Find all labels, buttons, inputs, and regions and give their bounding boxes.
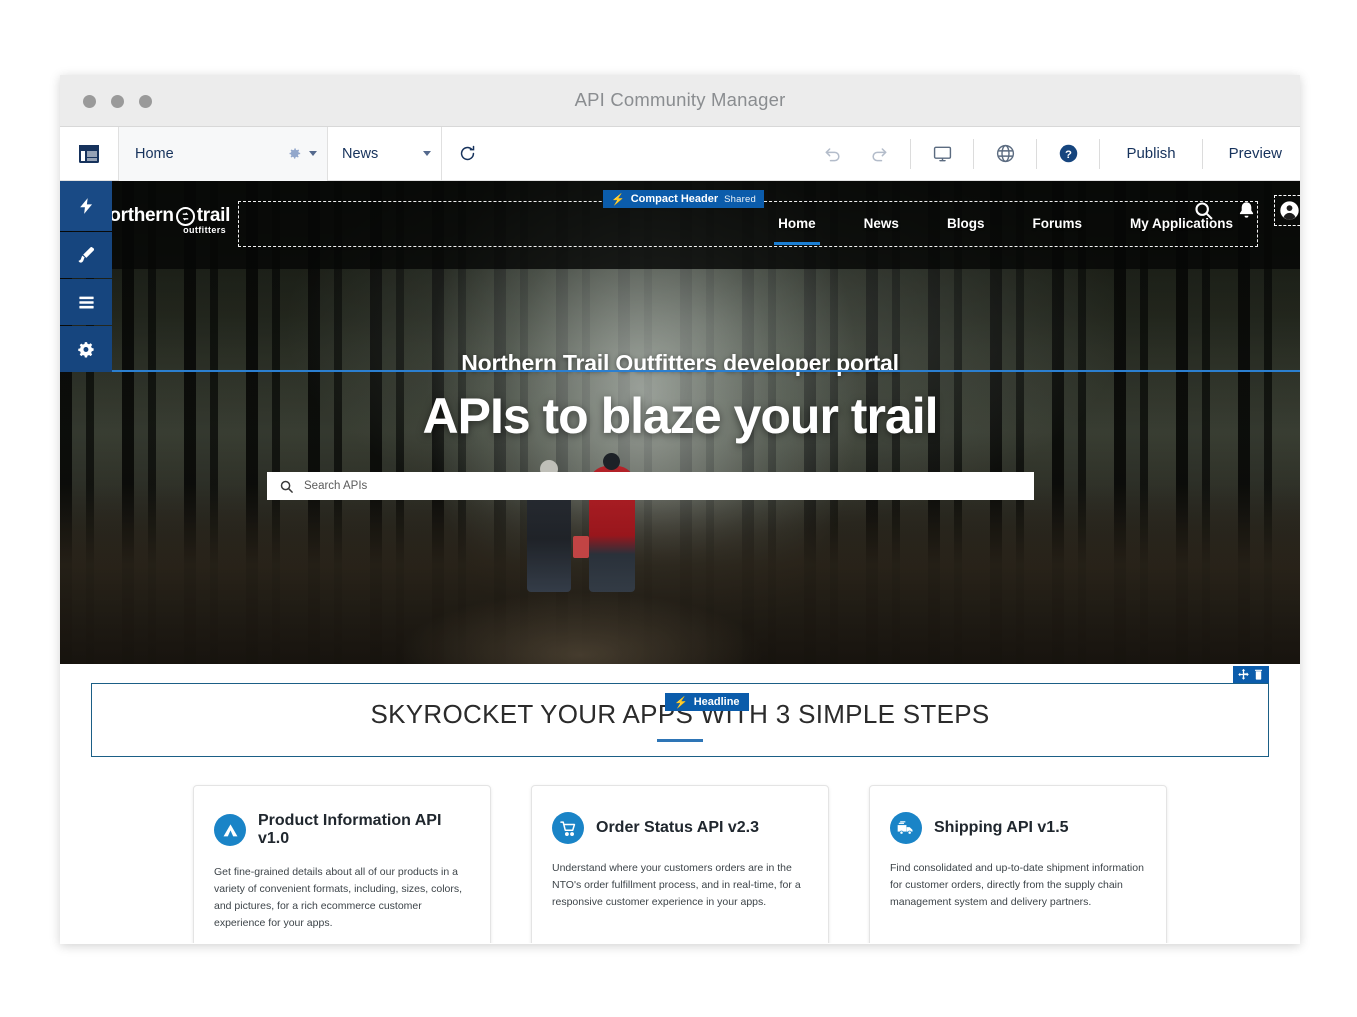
globe-icon[interactable] xyxy=(982,127,1028,181)
shopping-cart-icon xyxy=(552,812,584,844)
window-title: API Community Manager xyxy=(574,89,786,110)
brush-icon xyxy=(78,247,95,263)
toolbar-divider xyxy=(1099,138,1101,169)
rail-item-settings[interactable] xyxy=(60,326,112,372)
page-selector[interactable]: Home xyxy=(118,126,327,181)
site-nav-item-news[interactable]: News xyxy=(840,202,923,246)
site-nav-item-blogs[interactable]: Blogs xyxy=(923,202,1009,246)
chevron-down-icon[interactable] xyxy=(423,151,431,156)
compact-header-component-badge[interactable]: ⚡ Compact Header Shared xyxy=(603,190,764,208)
content-section: ⚡ Headline SKYROCKET YOUR APPS WITH 3 SI… xyxy=(60,666,1300,943)
api-card[interactable]: Shipping API v1.5 Find consolidated and … xyxy=(869,785,1167,943)
headline-underline xyxy=(657,738,703,742)
api-card-description: Find consolidated and up-to-date shipmen… xyxy=(890,862,1144,908)
component-badge-label: Compact Header xyxy=(630,193,719,205)
header-selection-rule xyxy=(60,370,1300,372)
desktop-icon[interactable] xyxy=(919,127,965,181)
refresh-icon[interactable] xyxy=(442,127,492,181)
lightning-icon: ⚡ xyxy=(611,193,625,206)
api-card[interactable]: Order Status API v2.3 Understand where y… xyxy=(531,785,829,943)
page-selector-label: Home xyxy=(135,145,174,162)
search-input-placeholder: Search APIs xyxy=(304,480,368,492)
move-icon[interactable] xyxy=(1237,668,1250,681)
site-nav-icons xyxy=(1193,195,1300,226)
variation-selector-label: News xyxy=(342,145,379,162)
search-icon xyxy=(280,480,293,493)
panel-layout-icon[interactable] xyxy=(60,127,118,181)
builder-toolbar: Home News ? Publish Preview xyxy=(60,126,1300,181)
hero-section: northern trail outfitters Home News Blog… xyxy=(60,181,1300,664)
api-card-header: Product Information API v1.0 xyxy=(214,812,470,848)
api-card-title: Shipping API v1.5 xyxy=(934,819,1069,836)
hero-title: APIs to blaze your trail xyxy=(422,388,938,444)
site-nav-item-forums[interactable]: Forums xyxy=(1008,202,1106,246)
site-nav-items: Home News Blogs Forums My Applications xyxy=(754,202,1257,246)
logo-ring-mark xyxy=(175,206,195,226)
api-card[interactable]: Product Information API v1.0 Get fine-gr… xyxy=(193,785,491,943)
search-input[interactable]: Search APIs xyxy=(267,472,1034,500)
chevron-down-icon[interactable] xyxy=(309,151,317,156)
builder-tool-rail xyxy=(60,181,112,373)
redo-icon[interactable] xyxy=(856,127,902,181)
logo-word-trail: trail xyxy=(196,205,231,226)
preview-button[interactable]: Preview xyxy=(1211,127,1300,181)
toolbar-divider xyxy=(1201,138,1203,169)
undo-icon[interactable] xyxy=(810,127,856,181)
bell-icon[interactable] xyxy=(1236,200,1257,221)
rail-item-theme[interactable] xyxy=(60,232,112,278)
publish-button[interactable]: Publish xyxy=(1108,127,1193,181)
api-card-title: Order Status API v2.3 xyxy=(596,819,760,836)
api-card-header: Order Status API v2.3 xyxy=(552,812,808,844)
toolbar-divider xyxy=(973,138,975,169)
tent-icon xyxy=(214,814,246,846)
list-icon xyxy=(78,296,94,308)
help-icon[interactable]: ? xyxy=(1045,127,1091,181)
toolbar-divider xyxy=(910,138,912,169)
api-card-description: Get fine-grained details about all of ou… xyxy=(214,866,463,929)
trash-icon[interactable] xyxy=(1252,668,1265,681)
site-logo[interactable]: northern trail outfitters xyxy=(98,205,231,235)
hero-copy: Northern Trail Outfitters developer port… xyxy=(60,350,1300,445)
builder-canvas: northern trail outfitters Home News Blog… xyxy=(60,181,1300,943)
window-titlebar: API Community Manager xyxy=(60,75,1300,127)
user-avatar-icon[interactable] xyxy=(1274,195,1300,226)
site-nav-item-home[interactable]: Home xyxy=(754,202,840,246)
headline-badge-label: Headline xyxy=(693,696,740,708)
component-shared-tag: Shared xyxy=(724,193,756,205)
logo-subtext: outfitters xyxy=(183,225,227,235)
gear-icon xyxy=(77,341,94,357)
toolbar-divider xyxy=(1036,138,1038,169)
lightning-icon: ⚡ xyxy=(674,696,688,709)
api-card-header: Shipping API v1.5 xyxy=(890,812,1146,844)
search-icon[interactable] xyxy=(1193,200,1214,221)
rail-item-content[interactable] xyxy=(60,279,112,325)
app-window: API Community Manager Home News ? Publis… xyxy=(60,75,1300,944)
svg-text:?: ? xyxy=(1065,149,1072,161)
headline-component-toolbar xyxy=(1233,666,1269,683)
delivery-truck-icon xyxy=(890,812,922,844)
gear-icon[interactable] xyxy=(286,145,303,162)
headline-component-badge[interactable]: ⚡ Headline xyxy=(665,693,749,711)
rail-item-components[interactable] xyxy=(60,181,112,231)
variation-selector[interactable]: News xyxy=(328,127,441,181)
lightning-icon xyxy=(79,198,92,214)
api-cards-row: Product Information API v1.0 Get fine-gr… xyxy=(60,757,1300,943)
api-card-title: Product Information API v1.0 xyxy=(258,812,442,847)
hero-eyebrow: Northern Trail Outfitters developer port… xyxy=(461,350,899,376)
api-card-description: Understand where your customers orders a… xyxy=(552,862,801,908)
